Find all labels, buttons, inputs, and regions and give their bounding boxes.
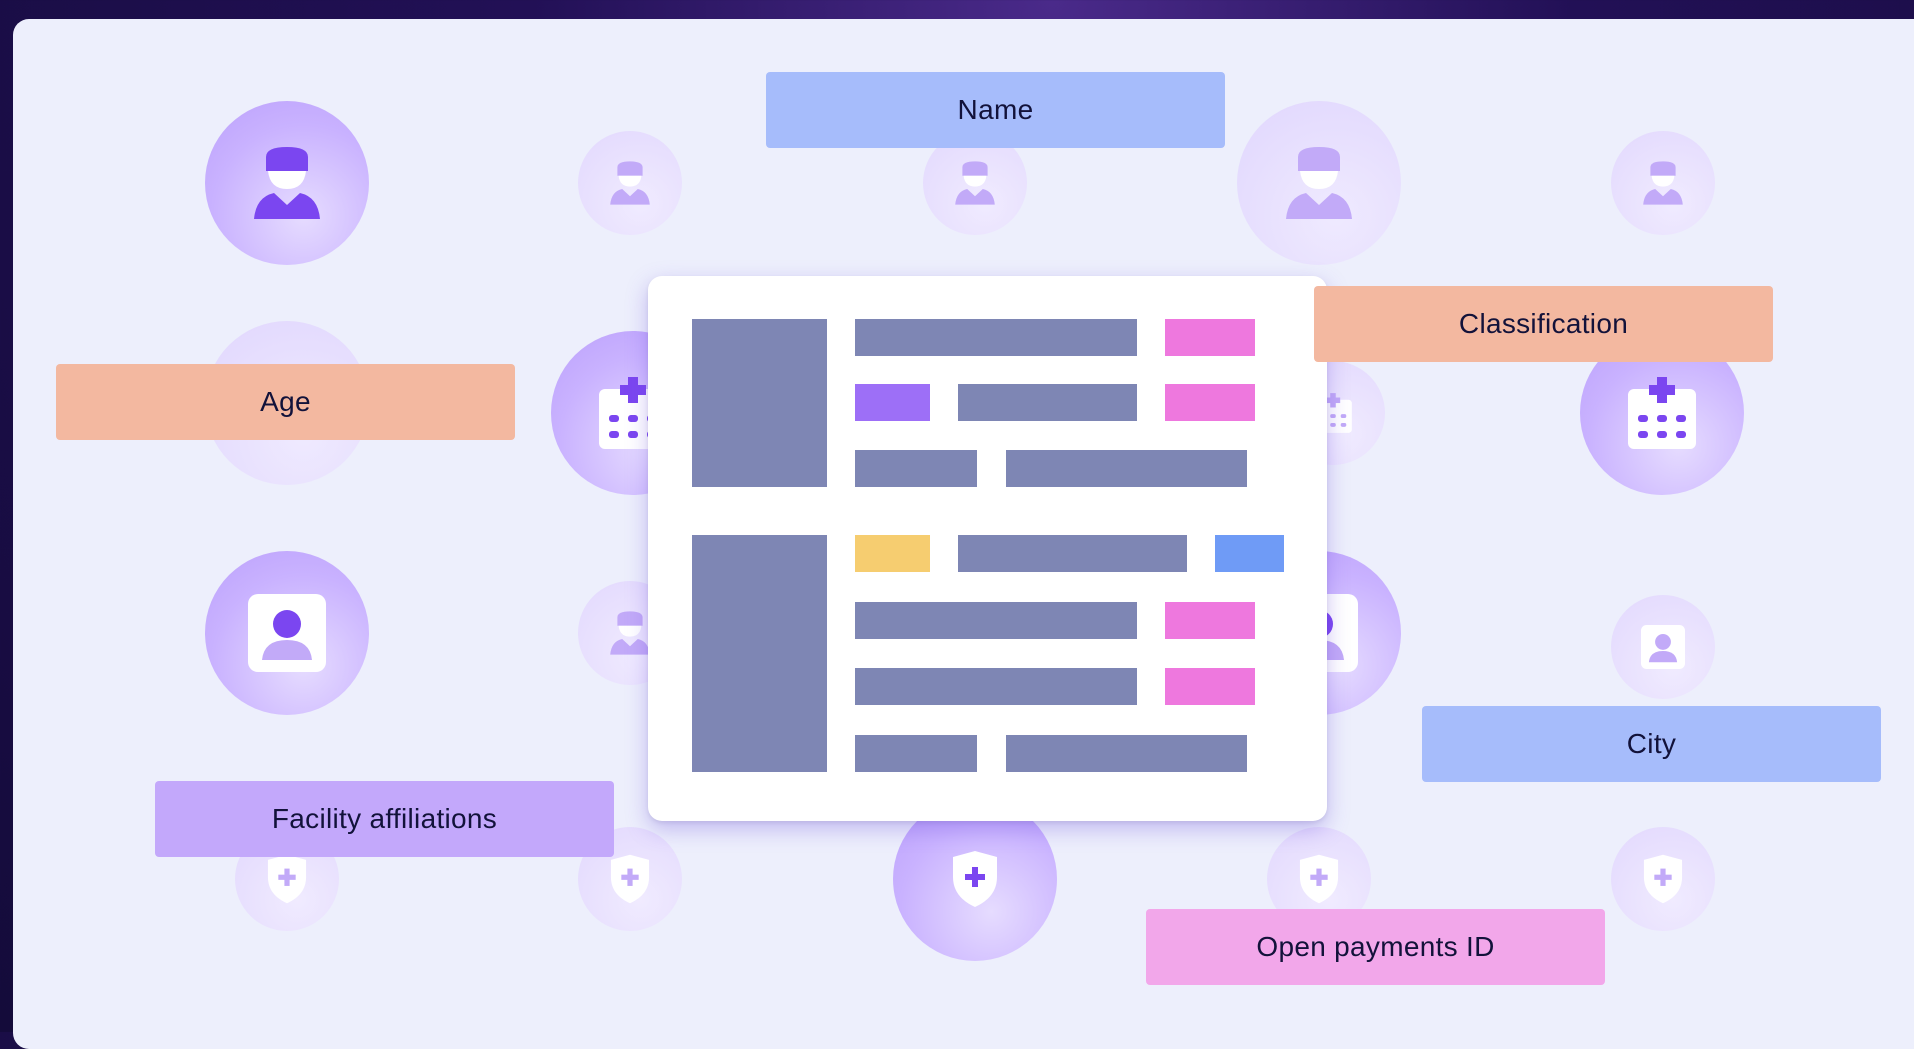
tag-placeholder bbox=[1165, 602, 1255, 639]
facility-affiliations-label: Facility affiliations bbox=[155, 781, 614, 857]
doctor-icon bbox=[252, 147, 322, 219]
text-line-placeholder bbox=[1006, 735, 1247, 772]
text-line-placeholder bbox=[1006, 450, 1247, 487]
text-line-placeholder bbox=[958, 535, 1187, 572]
record-image-placeholder bbox=[692, 319, 827, 487]
text-line-placeholder bbox=[855, 450, 977, 487]
tag-placeholder bbox=[855, 535, 930, 572]
text-line-placeholder bbox=[958, 384, 1137, 421]
canvas-panel: Name Classification Age City Facility af… bbox=[13, 19, 1914, 1049]
record-image-placeholder bbox=[692, 535, 827, 772]
city-label: City bbox=[1422, 706, 1881, 782]
profile-icon bbox=[1641, 625, 1685, 669]
shield-plus-icon-circle bbox=[893, 797, 1057, 961]
profile-icon-circle bbox=[205, 551, 369, 715]
shield-plus-icon bbox=[608, 853, 652, 905]
doctor-icon bbox=[609, 161, 651, 205]
shield-plus-icon bbox=[265, 853, 309, 905]
shield-plus-icon-circle bbox=[1611, 827, 1715, 931]
profile-icon bbox=[248, 594, 326, 672]
tag-placeholder bbox=[1165, 319, 1255, 356]
shield-plus-icon bbox=[1641, 853, 1685, 905]
tag-placeholder bbox=[1165, 668, 1255, 705]
doctor-icon-circle bbox=[578, 131, 682, 235]
doctor-icon bbox=[1642, 161, 1684, 205]
doctor-icon-circle bbox=[205, 101, 369, 265]
doctor-icon-circle bbox=[1237, 101, 1401, 265]
doctor-icon bbox=[1284, 147, 1354, 219]
name-label: Name bbox=[766, 72, 1225, 148]
text-line-placeholder bbox=[855, 602, 1137, 639]
text-line-placeholder bbox=[855, 319, 1137, 356]
open-payments-id-label: Open payments ID bbox=[1146, 909, 1605, 985]
classification-label: Classification bbox=[1314, 286, 1773, 362]
age-label: Age bbox=[56, 364, 515, 440]
text-line-placeholder bbox=[855, 668, 1137, 705]
tag-placeholder bbox=[1165, 384, 1255, 421]
shield-plus-icon bbox=[950, 849, 1000, 909]
hospital-icon bbox=[1624, 375, 1700, 451]
record-card bbox=[648, 276, 1327, 821]
tag-placeholder bbox=[855, 384, 930, 421]
doctor-icon bbox=[954, 161, 996, 205]
doctor-icon-circle bbox=[1611, 131, 1715, 235]
shield-plus-icon bbox=[1297, 853, 1341, 905]
doctor-icon bbox=[609, 611, 651, 655]
text-line-placeholder bbox=[855, 735, 977, 772]
tag-placeholder bbox=[1215, 535, 1284, 572]
profile-icon-circle bbox=[1611, 595, 1715, 699]
